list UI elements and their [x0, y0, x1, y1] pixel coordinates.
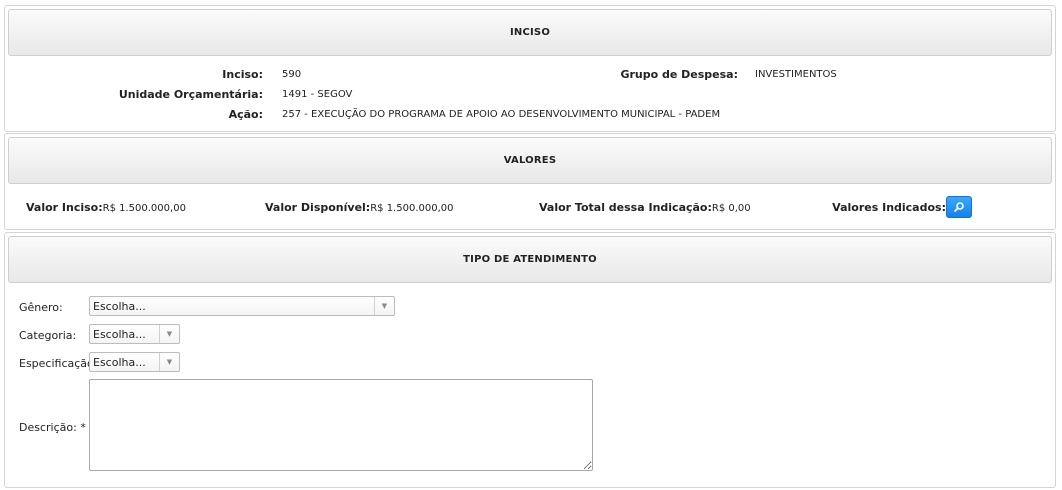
acao-label: Ação:	[228, 108, 263, 121]
chevron-down-icon: ▼	[159, 353, 179, 371]
chevron-down-icon: ▼	[374, 297, 394, 315]
chevron-down-icon: ▼	[159, 325, 179, 343]
categoria-label: Categoria:	[19, 329, 77, 342]
especificacao-label: Especificação:	[19, 357, 98, 370]
especificacao-select-value: Escolha...	[93, 356, 146, 369]
categoria-select-value: Escolha...	[93, 328, 146, 341]
valores-panel: VALORES	[4, 133, 1056, 230]
grupo-despesa-label: Grupo de Despesa:	[620, 68, 738, 81]
valores-header: VALORES	[8, 137, 1052, 184]
inciso-value: 590	[282, 69, 302, 80]
genero-label: Gênero:	[19, 301, 63, 314]
genero-select[interactable]: Escolha... ▼	[89, 296, 395, 316]
valores-title: VALORES	[503, 155, 557, 166]
inciso-header: INCISO	[8, 9, 1052, 56]
valores-indicados-label: Valores Indicados:	[832, 201, 946, 214]
descricao-textarea[interactable]	[89, 379, 593, 471]
valor-total-value: R$ 0,00	[711, 203, 751, 214]
atendimento-header: TIPO DE ATENDIMENTO	[8, 236, 1052, 283]
valor-disponivel: Valor Disponível:R$ 1.500.000,00	[265, 201, 454, 214]
inciso-label: Inciso:	[222, 68, 263, 81]
categoria-select[interactable]: Escolha... ▼	[89, 324, 180, 344]
descricao-label: Descrição: *	[19, 421, 86, 434]
grupo-despesa-value: INVESTIMENTOS	[755, 69, 837, 80]
valor-disponivel-label: Valor Disponível:	[265, 201, 371, 214]
valor-total: Valor Total dessa Indicação:R$ 0,00	[539, 201, 751, 214]
search-icon	[954, 202, 964, 212]
especificacao-select[interactable]: Escolha... ▼	[89, 352, 180, 372]
valor-total-label: Valor Total dessa Indicação:	[539, 201, 712, 214]
valores-indicados-search-button[interactable]	[946, 196, 972, 218]
valor-inciso-value: R$ 1.500.000,00	[102, 203, 186, 214]
unidade-label: Unidade Orçamentária:	[118, 88, 263, 101]
valor-disponivel-value: R$ 1.500.000,00	[370, 203, 454, 214]
inciso-title: INCISO	[509, 27, 551, 38]
atendimento-title: TIPO DE ATENDIMENTO	[463, 254, 597, 265]
valor-inciso-label: Valor Inciso:	[26, 201, 103, 214]
inciso-panel: INCISO Inciso: 590 Unidade Orçamentária:…	[4, 5, 1056, 132]
genero-select-value: Escolha...	[93, 300, 146, 313]
acao-value: 257 - EXECUÇÃO DO PROGRAMA DE APOIO AO D…	[282, 109, 721, 120]
valor-inciso: Valor Inciso:R$ 1.500.000,00	[26, 201, 186, 214]
unidade-value: 1491 - SEGOV	[282, 89, 353, 100]
